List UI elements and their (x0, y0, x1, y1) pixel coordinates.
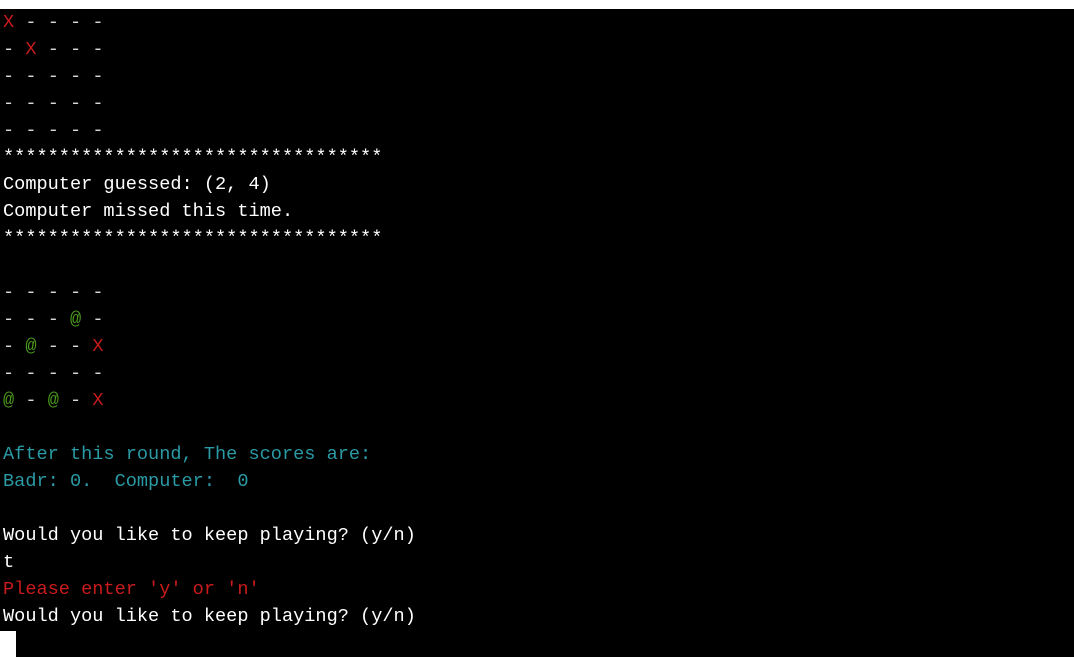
board-row: - - - - - (3, 63, 104, 90)
empty-cell: - (47, 282, 59, 303)
error-message: Please enter 'y' or 'n' (3, 579, 260, 600)
board-row: - - - - - (3, 279, 104, 306)
empty-cell: - (47, 66, 59, 87)
board-row: X - - - - (3, 9, 104, 36)
empty-cell: - (70, 363, 82, 384)
user-input-echo: t (3, 552, 15, 573)
computer-result-line: Computer missed this time. (3, 201, 294, 222)
empty-cell: - (25, 282, 37, 303)
board-row: - X - - - (3, 36, 104, 63)
board-row: - - - - - (3, 90, 104, 117)
empty-cell: - (3, 39, 15, 60)
continue-prompt: Would you like to keep playing? (y/n) (3, 525, 416, 546)
hit-marker: X (25, 39, 37, 60)
empty-cell: - (25, 120, 37, 141)
empty-cell: - (92, 12, 104, 33)
empty-cell: - (70, 12, 82, 33)
empty-cell: - (92, 39, 104, 60)
empty-cell: - (92, 66, 104, 87)
separator-bottom: ********************************** (3, 228, 383, 249)
board-row: - - - @ - (3, 306, 104, 333)
empty-cell: - (3, 93, 15, 114)
board-row: - - - - - (3, 117, 104, 144)
continue-prompt-repeat: Would you like to keep playing? (y/n) (3, 606, 416, 627)
empty-cell: - (25, 93, 37, 114)
empty-cell: - (70, 39, 82, 60)
empty-cell: - (47, 309, 59, 330)
empty-cell: - (25, 309, 37, 330)
empty-cell: - (25, 66, 37, 87)
empty-cell: - (70, 336, 82, 357)
empty-cell: - (25, 390, 37, 411)
board-row: - - - - - (3, 360, 104, 387)
empty-cell: - (92, 363, 104, 384)
empty-cell: - (47, 336, 59, 357)
board-row: - @ - - X (3, 333, 104, 360)
empty-cell: - (92, 309, 104, 330)
empty-cell: - (70, 390, 82, 411)
empty-cell: - (3, 66, 15, 87)
terminal-window: X - - - - - X - - - - - - - - - - - - - … (0, 9, 1074, 657)
computer-guess-line: Computer guessed: (2, 4) (3, 174, 271, 195)
empty-cell: - (47, 12, 59, 33)
empty-cell: - (70, 282, 82, 303)
scores-line: Badr: 0. Computer: 0 (3, 471, 249, 492)
empty-cell: - (25, 12, 37, 33)
empty-cell: - (70, 66, 82, 87)
empty-cell: - (3, 363, 15, 384)
empty-cell: - (47, 120, 59, 141)
ship-marker: @ (25, 336, 37, 357)
empty-cell: - (70, 120, 82, 141)
empty-cell: - (92, 120, 104, 141)
empty-cell: - (3, 120, 15, 141)
empty-cell: - (3, 336, 15, 357)
hit-marker: X (3, 12, 15, 33)
empty-cell: - (47, 39, 59, 60)
empty-cell: - (92, 93, 104, 114)
empty-cell: - (25, 363, 37, 384)
separator-top: ********************************** (3, 147, 383, 168)
empty-cell: - (70, 93, 82, 114)
ship-marker: @ (3, 390, 15, 411)
empty-cell: - (3, 309, 15, 330)
empty-cell: - (47, 93, 59, 114)
empty-cell: - (92, 282, 104, 303)
empty-cell: - (47, 363, 59, 384)
scores-header: After this round, The scores are: (3, 444, 372, 465)
ship-marker: @ (47, 390, 59, 411)
empty-cell: - (3, 282, 15, 303)
hit-marker: X (92, 390, 104, 411)
hit-marker: X (92, 336, 104, 357)
ship-marker: @ (70, 309, 82, 330)
terminal-cursor[interactable] (0, 631, 16, 657)
board-row: @ - @ - X (3, 387, 104, 414)
